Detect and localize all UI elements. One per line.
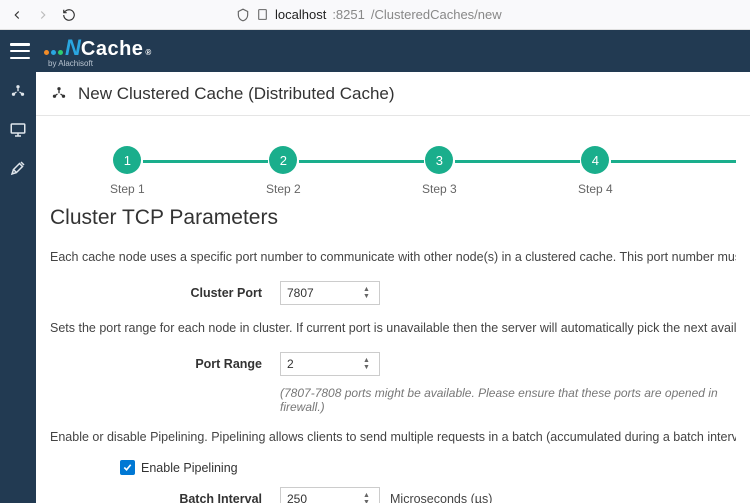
step-circle: 2 <box>269 146 297 174</box>
check-icon <box>122 462 133 473</box>
url-path: /ClusteredCaches/new <box>371 7 502 22</box>
forward-button[interactable] <box>34 6 52 24</box>
section-title: Cluster TCP Parameters <box>50 206 736 230</box>
port-range-description: Sets the port range for each node in clu… <box>50 319 736 338</box>
step-label: Step 2 <box>266 182 301 196</box>
step-2[interactable]: 2 Step 2 <box>266 146 301 196</box>
cluster-port-input[interactable]: 7807 ▲▼ <box>280 281 380 305</box>
page-title: New Clustered Cache (Distributed Cache) <box>78 84 395 104</box>
spinner-buttons[interactable]: ▲▼ <box>363 489 377 503</box>
page-title-bar: New Clustered Cache (Distributed Cache) <box>36 72 750 116</box>
brand-logo: NCache® by Alachisoft <box>44 35 151 68</box>
cluster-port-value: 7807 <box>287 286 314 300</box>
step-circle: 4 <box>581 146 609 174</box>
cluster-port-label: Cluster Port <box>50 286 280 300</box>
spinner-buttons[interactable]: ▲▼ <box>363 354 377 374</box>
sidebar-tools-icon[interactable] <box>8 158 28 178</box>
menu-toggle[interactable] <box>10 43 30 59</box>
wizard-stepper: 1 Step 1 2 Step 2 3 Step 3 4 Step 4 <box>50 146 736 196</box>
browser-toolbar: localhost :8251/ClusteredCaches/new <box>0 0 750 30</box>
step-3[interactable]: 3 Step 3 <box>422 146 457 196</box>
cluster-port-description: Each cache node uses a specific port num… <box>50 248 736 267</box>
enable-pipelining-label: Enable Pipelining <box>141 461 238 475</box>
port-range-label: Port Range <box>50 357 280 371</box>
step-1[interactable]: 1 Step 1 <box>110 146 145 196</box>
spinner-buttons[interactable]: ▲▼ <box>363 283 377 303</box>
logo-tm: ® <box>145 48 151 57</box>
pipelining-description: Enable or disable Pipelining. Pipelining… <box>50 428 736 447</box>
page-icon <box>256 8 269 21</box>
step-label: Step 3 <box>422 182 457 196</box>
batch-interval-value: 250 <box>287 492 307 503</box>
step-4[interactable]: 4 Step 4 <box>578 146 613 196</box>
cluster-icon <box>50 85 68 103</box>
app-header: NCache® by Alachisoft <box>0 30 750 72</box>
url-host: localhost <box>275 7 326 22</box>
url-bar[interactable]: localhost :8251/ClusteredCaches/new <box>236 7 502 22</box>
main-content: New Clustered Cache (Distributed Cache) … <box>36 72 750 503</box>
batch-interval-input[interactable]: 250 ▲▼ <box>280 487 380 503</box>
port-range-hint: (7807-7808 ports might be available. Ple… <box>280 386 736 414</box>
step-connector <box>299 160 424 163</box>
sidebar-cluster-icon[interactable] <box>8 82 28 102</box>
logo-n: N <box>65 35 81 61</box>
reload-button[interactable] <box>60 6 78 24</box>
sidebar <box>0 72 36 503</box>
step-circle: 1 <box>113 146 141 174</box>
shield-icon <box>236 8 250 22</box>
logo-dots-icon <box>44 50 63 55</box>
logo-rest: Cache <box>81 38 144 61</box>
port-range-value: 2 <box>287 357 294 371</box>
step-connector <box>143 160 268 163</box>
batch-interval-label: Batch Interval <box>50 492 280 503</box>
enable-pipelining-checkbox[interactable] <box>120 460 135 475</box>
port-range-input[interactable]: 2 ▲▼ <box>280 352 380 376</box>
batch-interval-unit: Microseconds (µs) <box>390 492 492 503</box>
back-button[interactable] <box>8 6 26 24</box>
step-connector <box>611 160 736 163</box>
step-label: Step 1 <box>110 182 145 196</box>
step-connector <box>455 160 580 163</box>
sidebar-monitor-icon[interactable] <box>8 120 28 140</box>
step-circle: 3 <box>425 146 453 174</box>
step-label: Step 4 <box>578 182 613 196</box>
url-port: :8251 <box>332 7 365 22</box>
